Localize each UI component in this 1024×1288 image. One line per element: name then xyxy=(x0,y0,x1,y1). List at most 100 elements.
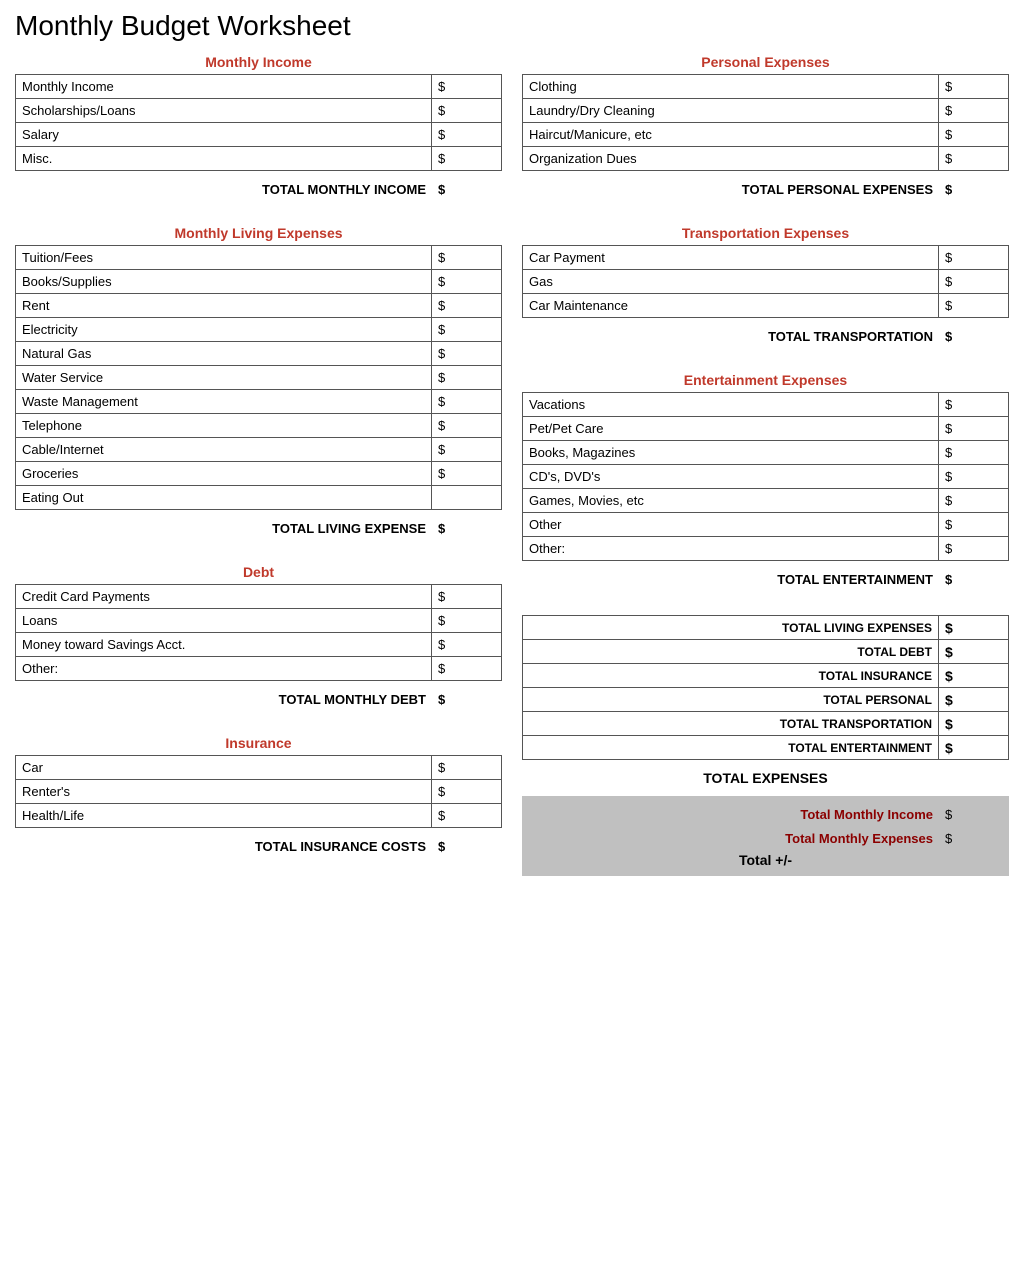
summary-row-label: TOTAL DEBT xyxy=(523,640,939,664)
income-total-table: TOTAL MONTHLY INCOME $ xyxy=(15,177,502,201)
table-row: Other:$ xyxy=(16,657,502,681)
row-dollar: $ xyxy=(432,246,502,270)
insurance-total-label: TOTAL INSURANCE COSTS xyxy=(15,834,432,858)
summary-row-label: TOTAL ENTERTAINMENT xyxy=(523,736,939,760)
transportation-total-label: TOTAL TRANSPORTATION xyxy=(522,324,939,348)
income-total-dollar: $ xyxy=(432,177,502,201)
row-label: Books, Magazines xyxy=(523,441,939,465)
summary-row-dollar: $ xyxy=(939,616,1009,640)
row-dollar: $ xyxy=(939,465,1009,489)
bottom-section: Total Monthly Income $ Total Monthly Exp… xyxy=(522,796,1009,876)
row-dollar: $ xyxy=(432,780,502,804)
income-heading: Monthly Income xyxy=(15,50,502,74)
total-expenses-label: TOTAL EXPENSES xyxy=(522,766,1009,788)
summary-row: TOTAL PERSONAL$ xyxy=(523,688,1009,712)
living-total-dollar: $ xyxy=(432,516,502,540)
row-label: Loans xyxy=(16,609,432,633)
personal-total-label: TOTAL PERSONAL EXPENSES xyxy=(522,177,939,201)
table-row: Vacations$ xyxy=(523,393,1009,417)
table-row: Water Service$ xyxy=(16,366,502,390)
insurance-total-row: TOTAL INSURANCE COSTS $ xyxy=(15,834,502,858)
row-dollar: $ xyxy=(432,414,502,438)
row-label: Cable/Internet xyxy=(16,438,432,462)
debt-total-row: TOTAL MONTHLY DEBT $ xyxy=(15,687,502,711)
table-row: Clothing$ xyxy=(523,75,1009,99)
summary-row-dollar: $ xyxy=(939,736,1009,760)
table-row: Tuition/Fees$ xyxy=(16,246,502,270)
insurance-heading: Insurance xyxy=(15,731,502,755)
row-dollar: $ xyxy=(432,657,502,681)
row-dollar: $ xyxy=(432,756,502,780)
table-row: Waste Management$ xyxy=(16,390,502,414)
table-row: Eating Out xyxy=(16,486,502,510)
summary-row-dollar: $ xyxy=(939,640,1009,664)
row-dollar: $ xyxy=(939,75,1009,99)
row-dollar: $ xyxy=(939,393,1009,417)
personal-total-row: TOTAL PERSONAL EXPENSES $ xyxy=(522,177,1009,201)
row-dollar: $ xyxy=(432,270,502,294)
bottom-income-row: Total Monthly Income $ xyxy=(532,802,999,826)
summary-row-dollar: $ xyxy=(939,712,1009,736)
bottom-expenses-dollar: $ xyxy=(939,826,999,850)
table-row: Other:$ xyxy=(523,537,1009,561)
table-row: Books, Magazines$ xyxy=(523,441,1009,465)
row-label: Clothing xyxy=(523,75,939,99)
row-label: Waste Management xyxy=(16,390,432,414)
row-dollar: $ xyxy=(939,246,1009,270)
income-total-label: TOTAL MONTHLY INCOME xyxy=(15,177,432,201)
row-label: Monthly Income xyxy=(16,75,432,99)
row-dollar: $ xyxy=(432,294,502,318)
row-dollar: $ xyxy=(432,609,502,633)
summary-row: TOTAL INSURANCE$ xyxy=(523,664,1009,688)
summary-row: TOTAL TRANSPORTATION$ xyxy=(523,712,1009,736)
table-row: Car Maintenance$ xyxy=(523,294,1009,318)
row-label: Other: xyxy=(523,537,939,561)
row-label: Books/Supplies xyxy=(16,270,432,294)
table-row: Gas$ xyxy=(523,270,1009,294)
row-dollar: $ xyxy=(432,123,502,147)
entertainment-total-dollar: $ xyxy=(939,567,1009,591)
summary-row-dollar: $ xyxy=(939,688,1009,712)
row-label: Car Payment xyxy=(523,246,939,270)
debt-total-dollar: $ xyxy=(432,687,502,711)
personal-total-dollar: $ xyxy=(939,177,1009,201)
row-dollar: $ xyxy=(939,441,1009,465)
page-title: Monthly Budget Worksheet xyxy=(15,10,1009,42)
entertainment-table: Vacations$Pet/Pet Care$Books, Magazines$… xyxy=(522,392,1009,561)
table-row: Other$ xyxy=(523,513,1009,537)
row-label: Gas xyxy=(523,270,939,294)
living-total-row: TOTAL LIVING EXPENSE $ xyxy=(15,516,502,540)
transportation-total-dollar: $ xyxy=(939,324,1009,348)
row-dollar: $ xyxy=(432,438,502,462)
debt-total-table: TOTAL MONTHLY DEBT $ xyxy=(15,687,502,711)
personal-table: Clothing$Laundry/Dry Cleaning$Haircut/Ma… xyxy=(522,74,1009,171)
row-dollar: $ xyxy=(432,390,502,414)
row-dollar: $ xyxy=(939,489,1009,513)
table-row: Misc.$ xyxy=(16,147,502,171)
debt-table: Credit Card Payments$Loans$Money toward … xyxy=(15,584,502,681)
row-label: Health/Life xyxy=(16,804,432,828)
row-label: Organization Dues xyxy=(523,147,939,171)
summary-table: TOTAL LIVING EXPENSES$TOTAL DEBT$TOTAL I… xyxy=(522,615,1009,760)
row-dollar: $ xyxy=(432,342,502,366)
row-label: CD's, DVD's xyxy=(523,465,939,489)
table-row: Loans$ xyxy=(16,609,502,633)
row-label: Groceries xyxy=(16,462,432,486)
row-label: Water Service xyxy=(16,366,432,390)
entertainment-total-row: TOTAL ENTERTAINMENT $ xyxy=(522,567,1009,591)
row-dollar: $ xyxy=(432,318,502,342)
row-label: Misc. xyxy=(16,147,432,171)
summary-row-label: TOTAL PERSONAL xyxy=(523,688,939,712)
table-row: Car Payment$ xyxy=(523,246,1009,270)
table-row: Haircut/Manicure, etc$ xyxy=(523,123,1009,147)
row-label: Salary xyxy=(16,123,432,147)
row-dollar: $ xyxy=(939,417,1009,441)
insurance-total-table: TOTAL INSURANCE COSTS $ xyxy=(15,834,502,858)
summary-row: TOTAL ENTERTAINMENT$ xyxy=(523,736,1009,760)
table-row: Cable/Internet$ xyxy=(16,438,502,462)
table-row: Electricity$ xyxy=(16,318,502,342)
row-label: Other: xyxy=(16,657,432,681)
table-row: Car$ xyxy=(16,756,502,780)
living-total-label: TOTAL LIVING EXPENSE xyxy=(15,516,432,540)
table-row: Games, Movies, etc$ xyxy=(523,489,1009,513)
